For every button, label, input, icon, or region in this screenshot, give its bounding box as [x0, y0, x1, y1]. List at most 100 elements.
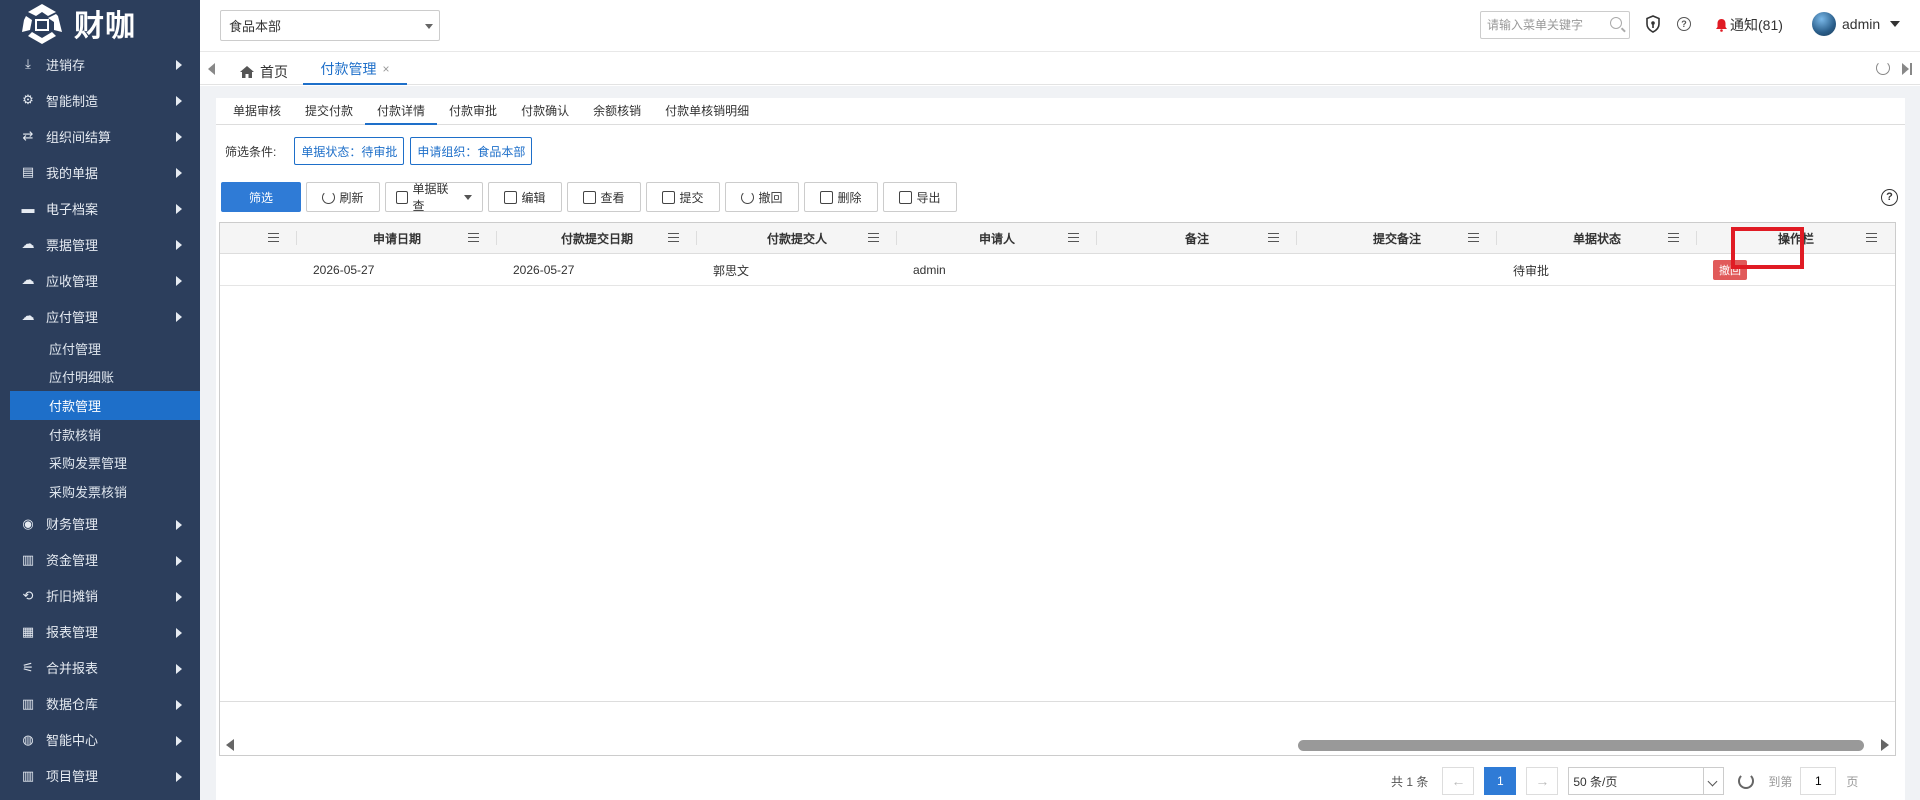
view-button[interactable]: 查看 — [567, 182, 641, 212]
subtab-payment-confirm[interactable]: 付款确认 — [509, 98, 581, 125]
subtab-payment-approval[interactable]: 付款审批 — [437, 98, 509, 125]
column-header-select[interactable] — [220, 223, 297, 254]
column-header-status[interactable]: 单据状态 — [1497, 223, 1697, 254]
refresh-icon[interactable] — [1876, 61, 1890, 75]
scroll-left-icon[interactable] — [226, 739, 234, 751]
filter-button[interactable]: 筛选 — [221, 182, 301, 212]
tab-scroll-right-icon[interactable] — [1902, 63, 1912, 75]
menu-icon[interactable] — [1268, 233, 1279, 242]
chevron-right-icon — [176, 132, 182, 142]
submenu-item-purchase-invoice[interactable]: 采购发票管理 — [0, 448, 200, 477]
column-header-applicant[interactable]: 申请人 — [897, 223, 1097, 254]
subtab-document-review[interactable]: 单据审核 — [221, 98, 293, 125]
chevron-right-icon — [176, 60, 182, 70]
sidebar-item-data-warehouse[interactable]: ▥ 数据仓库 — [0, 686, 200, 722]
shield-icon[interactable] — [1645, 15, 1661, 33]
sidebar-item-reports[interactable]: ▦ 报表管理 — [0, 614, 200, 650]
sidebar-item-receivables[interactable]: ☁ 应收管理 — [0, 262, 200, 298]
tab-scroll-left-icon[interactable] — [208, 63, 215, 75]
submit-label: 提交 — [679, 190, 704, 205]
refresh-icon[interactable] — [1738, 773, 1755, 789]
sidebar-item-consolidated[interactable]: ⚟ 合并报表 — [0, 650, 200, 686]
subtab-payment-details[interactable]: 付款详情 — [365, 98, 438, 125]
tab-home[interactable]: 首页 — [240, 59, 288, 85]
document-icon: ▤ — [21, 164, 35, 179]
sidebar: 财咖 ⤓ 进销存 ⚙ 智能制造 ⇄ 组织间结算 ▤ 我的单据 ▬ 电子档案 ☁ 票据管理 ☁… — [0, 0, 200, 800]
sidebar-item-projects[interactable]: ▥ 项目管理 — [0, 758, 200, 794]
cell-submitter: 郭思文 — [713, 263, 750, 278]
export-button[interactable]: 导出 — [883, 182, 957, 212]
submenu-item-payables[interactable]: 应付管理 — [0, 334, 200, 363]
help-icon[interactable]: ? — [1677, 17, 1691, 31]
merge-icon: ⚟ — [22, 659, 34, 675]
sidebar-item-payables[interactable]: ☁ 应付管理 — [0, 298, 200, 334]
filter-chip-status[interactable]: 单据状态：待审批 — [294, 137, 405, 165]
toolbar: 筛选 刷新 单据联查 编辑 查看 提交 撤回 删除 导出 — [221, 182, 957, 213]
chevron-right-icon — [176, 591, 182, 602]
menu-icon[interactable] — [1468, 233, 1479, 242]
subtab-submit-payment[interactable]: 提交付款 — [293, 98, 365, 125]
grid-header: 申请日期 付款提交日期 付款提交人 申请人 备注 提交备注 单据状态 操作栏 — [220, 223, 1895, 254]
search-doc-icon — [396, 190, 409, 204]
current-page-button[interactable]: 1 — [1484, 767, 1517, 795]
link-query-button[interactable]: 单据联查 — [385, 182, 483, 213]
menu-icon[interactable] — [668, 233, 679, 242]
logo-text: 财咖 — [74, 9, 136, 44]
caret-down-icon — [464, 194, 472, 200]
goto-page-input[interactable] — [1800, 767, 1837, 795]
prev-page-button[interactable]: ← — [1442, 767, 1475, 795]
edit-button[interactable]: 编辑 — [488, 182, 562, 212]
submenu-item-payables-ledger[interactable]: 应付明细账 — [0, 363, 200, 392]
column-header-apply-date[interactable]: 申请日期 — [297, 223, 497, 254]
undo-icon — [741, 190, 755, 204]
sidebar-item-e-archive[interactable]: ▬ 电子档案 — [0, 190, 200, 226]
submenu-item-purchase-invoice-writeoff[interactable]: 采购发票核销 — [0, 477, 200, 506]
sidebar-item-my-documents[interactable]: ▤ 我的单据 — [0, 154, 200, 190]
sidebar-item-smart-center[interactable]: ◍ 智能中心 — [0, 722, 200, 758]
sidebar-item-label: 应收管理 — [46, 273, 99, 289]
delete-button[interactable]: 删除 — [804, 182, 878, 212]
user-menu[interactable]: admin — [1812, 12, 1901, 36]
recall-toolbar-button[interactable]: 撤回 — [725, 182, 799, 212]
sidebar-item-funds[interactable]: ▥ 资金管理 — [0, 542, 200, 578]
help-icon[interactable]: ? — [1881, 189, 1898, 206]
sidebar-item-bills[interactable]: ☁ 票据管理 — [0, 226, 200, 262]
refresh-button[interactable]: 刷新 — [306, 182, 380, 212]
tab-payment-management[interactable]: 付款管理 × — [303, 55, 407, 85]
submenu-item-payment-writeoff[interactable]: 付款核销 — [0, 420, 200, 449]
close-icon[interactable]: × — [382, 62, 389, 76]
filter-chip-org[interactable]: 申请组织：食品本部 — [410, 137, 533, 165]
organization-select[interactable]: 食品本部 — [220, 10, 440, 41]
table-row[interactable]: 2026-05-27 2026-05-27 郭思文 admin 待审批 撤回 — [220, 254, 1895, 286]
subtab-writeoff-details[interactable]: 付款单核销明细 — [653, 98, 761, 125]
subtab-balance-writeoff[interactable]: 余额核销 — [581, 98, 653, 125]
page-size-select[interactable]: 50 条/页 — [1568, 767, 1725, 795]
sidebar-item-label: 票据管理 — [46, 237, 99, 253]
page-suffix: 页 — [1846, 774, 1859, 789]
sidebar-item-finance[interactable]: ◉ 财务管理 — [0, 506, 200, 542]
submenu-item-payment-management[interactable]: 付款管理 — [10, 391, 200, 420]
sidebar-item-inventory[interactable]: ⤓ 进销存 — [0, 46, 200, 82]
menu-icon[interactable] — [268, 233, 279, 242]
sidebar-item-depreciation[interactable]: ⟲ 折旧摊销 — [0, 578, 200, 614]
search-icon[interactable] — [1610, 17, 1622, 29]
column-header-remark[interactable]: 备注 — [1097, 223, 1297, 254]
menu-icon[interactable] — [868, 233, 879, 242]
menu-icon[interactable] — [1866, 233, 1877, 242]
column-header-submit-remark[interactable]: 提交备注 — [1297, 223, 1497, 254]
column-header-submit-date[interactable]: 付款提交日期 — [497, 223, 697, 254]
next-page-button[interactable]: → — [1526, 767, 1559, 795]
menu-icon[interactable] — [1668, 233, 1679, 242]
submit-button[interactable]: 提交 — [646, 182, 720, 212]
column-header-submitter[interactable]: 付款提交人 — [697, 223, 897, 254]
menu-search-input[interactable] — [1480, 11, 1630, 39]
scroll-right-icon[interactable] — [1881, 739, 1889, 751]
horizontal-scrollbar[interactable] — [220, 734, 1895, 756]
sidebar-item-settlement[interactable]: ⇄ 组织间结算 — [0, 118, 200, 154]
menu-icon[interactable] — [1068, 233, 1079, 242]
column-header-label: 付款提交人 — [766, 232, 827, 246]
menu-icon[interactable] — [468, 233, 479, 242]
scrollbar-thumb[interactable] — [1298, 740, 1864, 751]
sidebar-item-manufacturing[interactable]: ⚙ 智能制造 — [0, 82, 200, 118]
notification-button[interactable]: 通知(81) — [1715, 15, 1783, 35]
